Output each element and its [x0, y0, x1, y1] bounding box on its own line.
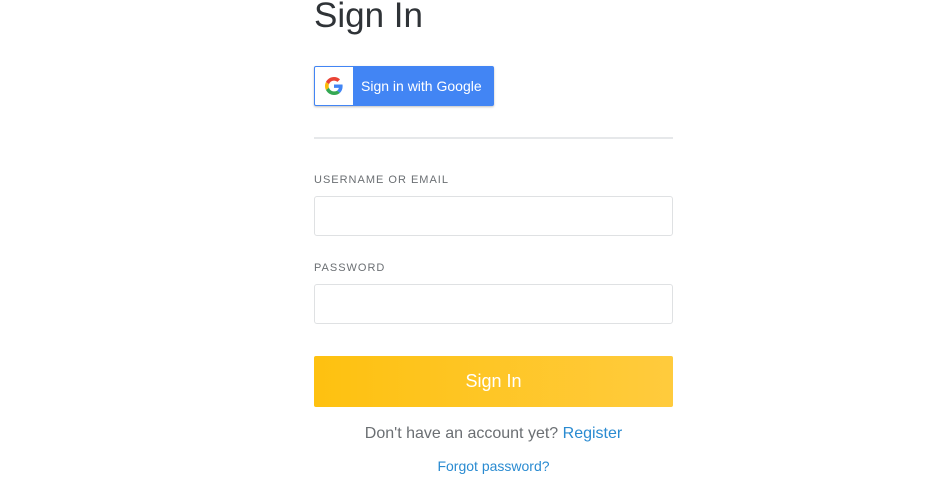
username-label: USERNAME OR EMAIL [314, 174, 449, 186]
password-label: PASSWORD [314, 262, 386, 274]
register-prompt-text: Don't have an account yet? [364, 425, 559, 442]
password-input[interactable] [314, 284, 673, 324]
divider [314, 137, 673, 139]
page-title: Sign In [314, 0, 423, 35]
sign-in-button[interactable]: Sign In [314, 356, 673, 407]
google-g-icon [315, 67, 353, 105]
google-sign-in-button[interactable]: Sign in with Google [314, 66, 494, 106]
forgot-password-line: Forgot password? [314, 458, 673, 474]
forgot-password-link[interactable]: Forgot password? [437, 458, 549, 474]
register-prompt-line: Don't have an account yet? Register [314, 425, 673, 443]
register-link[interactable]: Register [563, 425, 623, 442]
username-input[interactable] [314, 196, 673, 236]
google-button-label: Sign in with Google [361, 78, 482, 94]
sign-in-page: Sign In Sign in with Google USERNAME OR … [0, 0, 940, 486]
